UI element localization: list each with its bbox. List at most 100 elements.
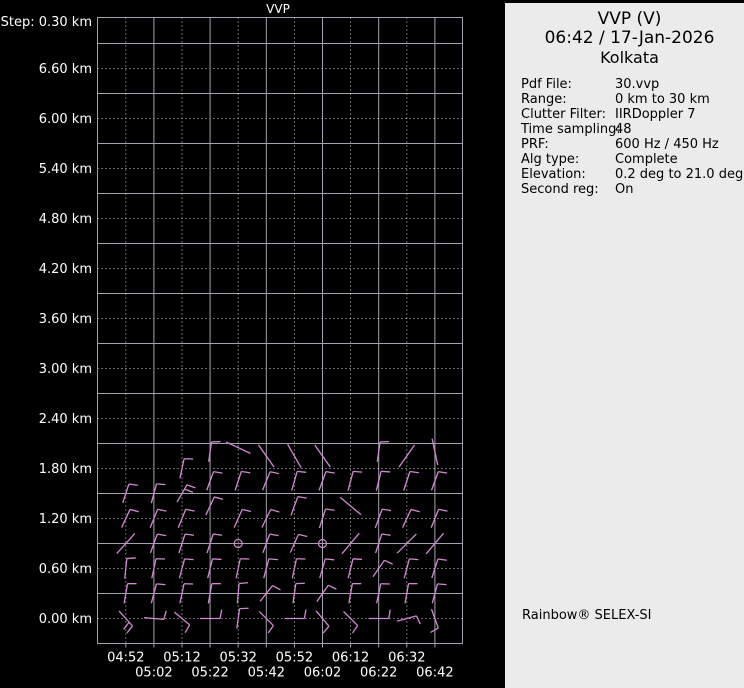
wind-barb-layer [116, 438, 448, 634]
barb-flag [267, 625, 274, 634]
x-axis-label: 06:02 [304, 666, 341, 681]
barb-flag [239, 582, 249, 585]
detail-row-second-reg: Second reg: On [521, 182, 744, 197]
x-axis-label: 04:52 [107, 651, 144, 666]
panel-product-title: VVP (V) [597, 9, 662, 29]
wind-barb [396, 615, 421, 625]
x-axis-label: 05:52 [276, 651, 313, 666]
x-axis-label: 06:32 [388, 651, 425, 666]
y-axis-label: 3.00 km [39, 362, 92, 377]
y-axis-label: 3.60 km [39, 312, 92, 327]
detail-value: On [615, 182, 634, 197]
vvp-chart: VVP Step: 0.30 km 6.60 km 6.00 km 5.40 km 4… [1, 2, 463, 681]
barb-flag [156, 483, 166, 486]
barb-flag [123, 621, 130, 630]
detail-value: 0.2 deg to 21.0 deg [615, 167, 744, 182]
detail-value: 30.vvp [615, 77, 660, 92]
barb-staff [236, 608, 241, 629]
barb-flag [128, 483, 138, 486]
wind-barb [339, 496, 362, 516]
barb-flag [213, 533, 223, 536]
wind-barb [261, 508, 280, 528]
wind-barb [284, 609, 307, 620]
x-axis-label: 05:32 [219, 651, 256, 666]
detail-label: Elevation: [521, 167, 586, 182]
wind-barb [318, 470, 335, 491]
barb-flag [410, 508, 420, 513]
barb-staff [236, 583, 240, 604]
barb-flag [126, 557, 136, 560]
y-axis-label: 0.00 km [39, 612, 92, 627]
axis-label-layer: 6.60 km 6.00 km 5.40 km 4.80 km 4.20 km 3.60 … [39, 62, 454, 681]
branding-text: Rainbow® SELEX-SI [522, 608, 652, 623]
barb-staff [177, 508, 187, 529]
barb-staff [290, 496, 299, 516]
detail-row-clutter-filter: Clutter Filter: IIRDoppler 7 [521, 107, 744, 122]
barb-flag [213, 470, 223, 474]
y-axis-label: 1.80 km [39, 462, 92, 477]
barb-flag [322, 625, 330, 634]
step-label: Step: 0.30 km [1, 15, 92, 30]
x-axis-label: 05:22 [191, 666, 228, 681]
barb-flag [298, 533, 308, 538]
barb-flag [437, 583, 447, 586]
barb-flag [325, 470, 335, 474]
detail-row-alg-type: Alg type: Complete [521, 152, 744, 167]
wind-barb [236, 607, 249, 629]
barb-staff [120, 509, 131, 528]
wind-barb [287, 443, 302, 469]
barb-flag [269, 533, 279, 537]
barb-staff [233, 509, 243, 528]
chart-title: VVP [266, 2, 290, 16]
detail-label: PRF: [521, 137, 549, 152]
vvp-window: VVP Step: 0.30 km 6.60 km 6.00 km 5.40 km 4… [0, 0, 744, 688]
barb-staff [339, 496, 362, 516]
detail-label: Time sampling: [521, 122, 621, 137]
barb-staff [143, 616, 164, 621]
detail-row-elevation: Elevation: 0.2 deg to 21.0 deg [521, 167, 744, 182]
wind-barb [261, 471, 279, 491]
barb-flag [184, 533, 195, 536]
barb-flag [212, 558, 222, 561]
wind-barb [398, 444, 416, 468]
barb-flag [351, 625, 359, 634]
detail-label: Second reg: [521, 182, 599, 197]
y-axis-label: 6.00 km [39, 112, 92, 127]
wind-barb [368, 609, 391, 620]
info-panel: VVP (V) 06:42 / 17-Jan-2026 Kolkata Pdf … [505, 3, 744, 688]
wind-barb [143, 610, 167, 621]
barb-flag [388, 609, 391, 619]
x-axis-label: 05:12 [163, 651, 200, 666]
barb-flag [381, 470, 391, 473]
barb-flag [270, 508, 280, 513]
detail-value: 48 [615, 122, 632, 137]
wind-barb [430, 470, 448, 491]
barb-flag [268, 558, 278, 561]
panel-details: Pdf File: 30.vvp Range: 0 km to 30 km Cl… [505, 77, 744, 197]
panel-site: Kolkata [600, 48, 659, 67]
barb-flag [157, 533, 167, 537]
barb-flag [184, 558, 194, 561]
wind-barb [205, 496, 224, 516]
barb-flag [242, 508, 252, 513]
wind-barb [319, 558, 335, 579]
barb-flag [352, 558, 363, 561]
barb-flag [381, 533, 391, 536]
y-axis-label: 4.80 km [39, 212, 92, 227]
barb-flag [156, 583, 166, 586]
detail-row-range: Range: 0 km to 30 km [521, 92, 744, 107]
barb-flag [126, 625, 134, 634]
barb-flag [184, 488, 194, 493]
wind-barb [234, 470, 251, 491]
detail-label: Clutter Filter: [521, 107, 606, 122]
barb-flag [129, 508, 139, 513]
barb-staff [287, 443, 302, 469]
barb-flag [409, 558, 419, 561]
barb-flag [184, 624, 191, 634]
wind-barb [290, 495, 307, 516]
x-axis-label: 06:22 [360, 666, 397, 681]
x-axis-label: 06:42 [416, 666, 453, 681]
detail-value: 0 km to 30 km [615, 92, 710, 107]
barb-flag [157, 508, 167, 512]
barb-flag [384, 559, 393, 565]
